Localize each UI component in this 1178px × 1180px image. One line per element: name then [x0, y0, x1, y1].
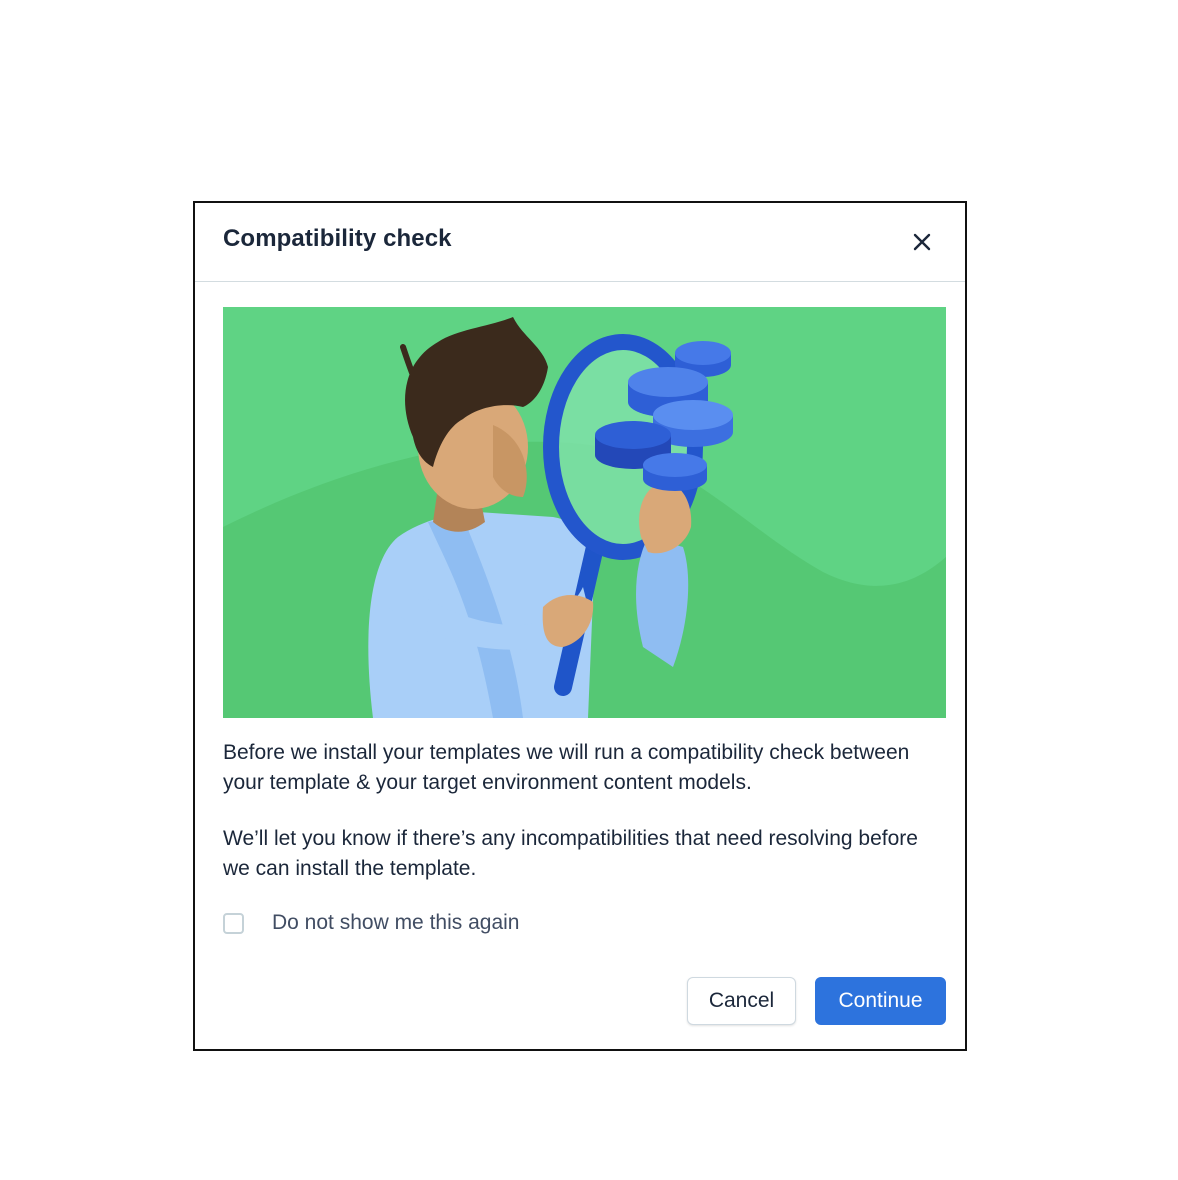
close-icon	[913, 233, 931, 251]
close-button[interactable]	[905, 225, 939, 259]
dialog-header: Compatibility check	[195, 203, 965, 282]
info-paragraph: We’ll let you know if there’s any incomp…	[223, 827, 918, 880]
cancel-button[interactable]: Cancel	[687, 977, 796, 1025]
compatibility-check-dialog: Compatibility check Before we install yo…	[193, 201, 967, 1051]
intro-paragraph: Before we install your templates we will…	[223, 741, 910, 794]
do-not-show-again-label[interactable]: Do not show me this again	[272, 911, 519, 935]
dialog-title: Compatibility check	[223, 225, 452, 252]
do-not-show-again-row[interactable]: Do not show me this again	[223, 911, 519, 935]
do-not-show-again-checkbox[interactable]	[223, 912, 244, 934]
continue-button[interactable]: Continue	[815, 977, 946, 1025]
illustration-person-magnifying-glass	[223, 307, 946, 718]
